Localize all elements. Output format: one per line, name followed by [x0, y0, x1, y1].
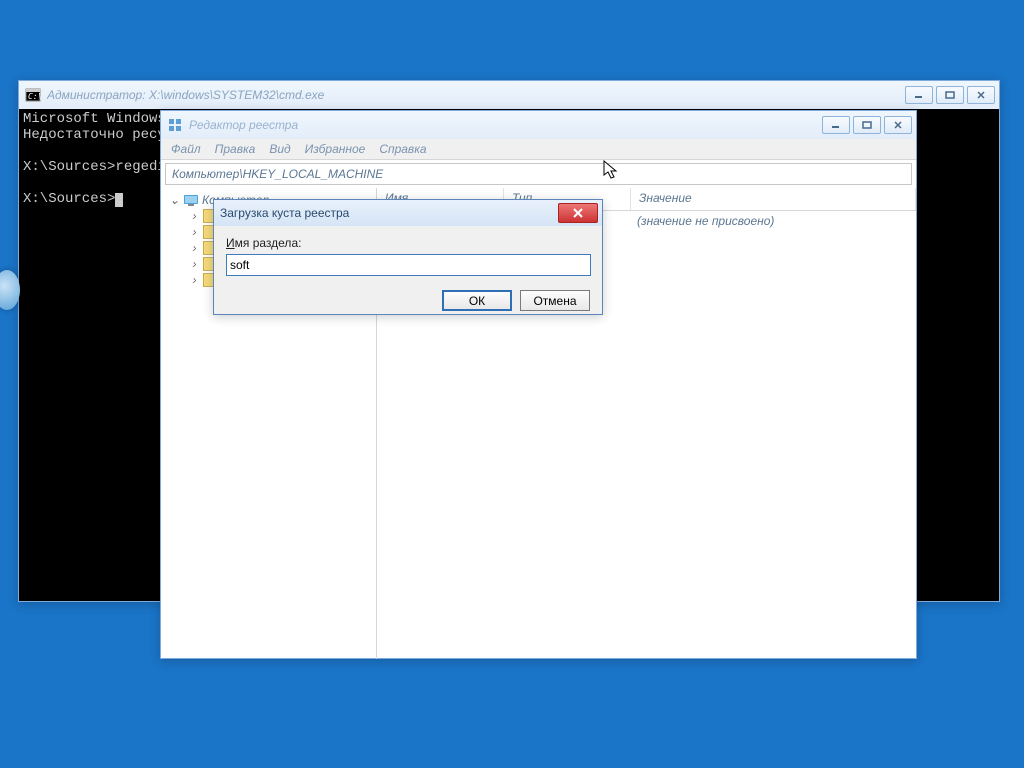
expand-icon[interactable]: › — [189, 275, 200, 286]
ok-button[interactable]: ОК — [442, 290, 512, 311]
regedit-titlebar[interactable]: Редактор реестра — [161, 111, 916, 139]
minimize-button[interactable] — [822, 116, 850, 134]
maximize-button[interactable] — [936, 86, 964, 104]
maximize-button[interactable] — [853, 116, 881, 134]
menu-fav[interactable]: Избранное — [305, 142, 366, 156]
menu-help[interactable]: Справка — [379, 142, 426, 156]
cmd-icon: C:\ — [25, 87, 41, 103]
expand-icon[interactable]: › — [189, 211, 200, 222]
cmd-titlebar[interactable]: C:\ Администратор: X:\windows\SYSTEM32\c… — [19, 81, 999, 109]
cmd-window-controls — [905, 86, 995, 104]
key-name-label: Имя раздела: — [226, 236, 590, 250]
key-name-input[interactable] — [226, 254, 591, 276]
regedit-menubar: Файл Правка Вид Избранное Справка — [161, 139, 916, 160]
taskbar-orb[interactable] — [0, 270, 20, 310]
regedit-icon — [167, 117, 183, 133]
regedit-title: Редактор реестра — [189, 118, 816, 132]
collapse-icon[interactable]: ⌄ — [169, 195, 180, 206]
close-button[interactable] — [884, 116, 912, 134]
cmd-cursor — [115, 193, 123, 207]
close-button[interactable] — [967, 86, 995, 104]
dialog-titlebar[interactable]: Загрузка куста реестра — [214, 200, 602, 226]
load-hive-dialog: Загрузка куста реестра Имя раздела: ОК О… — [213, 199, 603, 315]
close-button[interactable] — [558, 203, 598, 223]
address-bar[interactable]: Компьютер\HKEY_LOCAL_MACHINE — [165, 163, 912, 185]
cancel-button[interactable]: Отмена — [520, 290, 590, 311]
menu-view[interactable]: Вид — [269, 142, 290, 156]
col-value[interactable]: Значение — [631, 188, 916, 210]
default-value: (значение не присвоено) — [629, 214, 916, 228]
menu-file[interactable]: Файл — [171, 142, 201, 156]
expand-icon[interactable]: › — [189, 243, 200, 254]
cmd-title: Администратор: X:\windows\SYSTEM32\cmd.e… — [47, 88, 899, 102]
minimize-button[interactable] — [905, 86, 933, 104]
expand-icon[interactable]: › — [189, 227, 200, 238]
regedit-window: Редактор реестра Файл Правка Вид Избранн… — [160, 110, 917, 659]
regedit-window-controls — [822, 116, 912, 134]
menu-edit[interactable]: Правка — [215, 142, 256, 156]
expand-icon[interactable]: › — [189, 259, 200, 270]
computer-icon — [183, 194, 199, 206]
dialog-title: Загрузка куста реестра — [220, 206, 552, 220]
svg-text:C:\: C:\ — [28, 92, 41, 101]
